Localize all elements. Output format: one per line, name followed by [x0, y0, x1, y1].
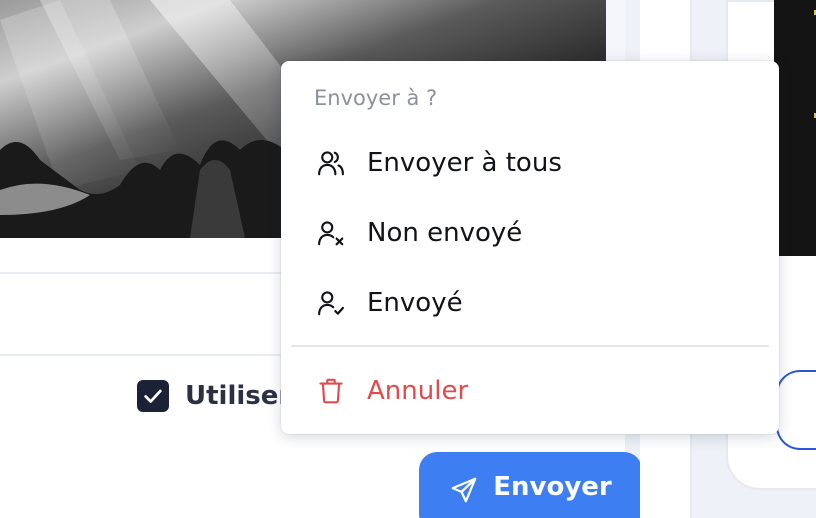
- menu-item-label: Non envoyé: [367, 218, 523, 248]
- menu-item-label: Envoyer à tous: [367, 148, 562, 178]
- send-button[interactable]: Envoyer: [419, 452, 642, 518]
- menu-divider: [291, 345, 769, 347]
- menu-header: Envoyer à ?: [314, 86, 438, 110]
- user-x-icon: [315, 217, 347, 249]
- use-checkbox-label: Utiliser: [185, 381, 292, 411]
- user-check-icon: [315, 287, 347, 319]
- use-checkbox[interactable]: [137, 380, 169, 412]
- menu-item-not-sent[interactable]: Non envoyé: [281, 205, 779, 261]
- menu-item-cancel[interactable]: Annuler: [281, 363, 779, 419]
- preview-action-button[interactable]: [776, 370, 816, 450]
- menu-item-label: Envoyé: [367, 288, 463, 318]
- menu-item-label: Annuler: [367, 376, 469, 406]
- trash-icon: [315, 375, 347, 407]
- preview-image: [774, 0, 816, 256]
- menu-item-send-to-all[interactable]: Envoyer à tous: [281, 135, 779, 191]
- send-button-label: Envoyer: [493, 472, 612, 502]
- users-icon: [315, 147, 347, 179]
- menu-item-sent[interactable]: Envoyé: [281, 275, 779, 331]
- send-icon: [451, 477, 477, 503]
- use-option-row[interactable]: Utiliser: [137, 380, 291, 412]
- check-icon: [144, 389, 162, 403]
- send-to-menu: Envoyer à ? Envoyer à tous Non envoyé En…: [281, 61, 779, 434]
